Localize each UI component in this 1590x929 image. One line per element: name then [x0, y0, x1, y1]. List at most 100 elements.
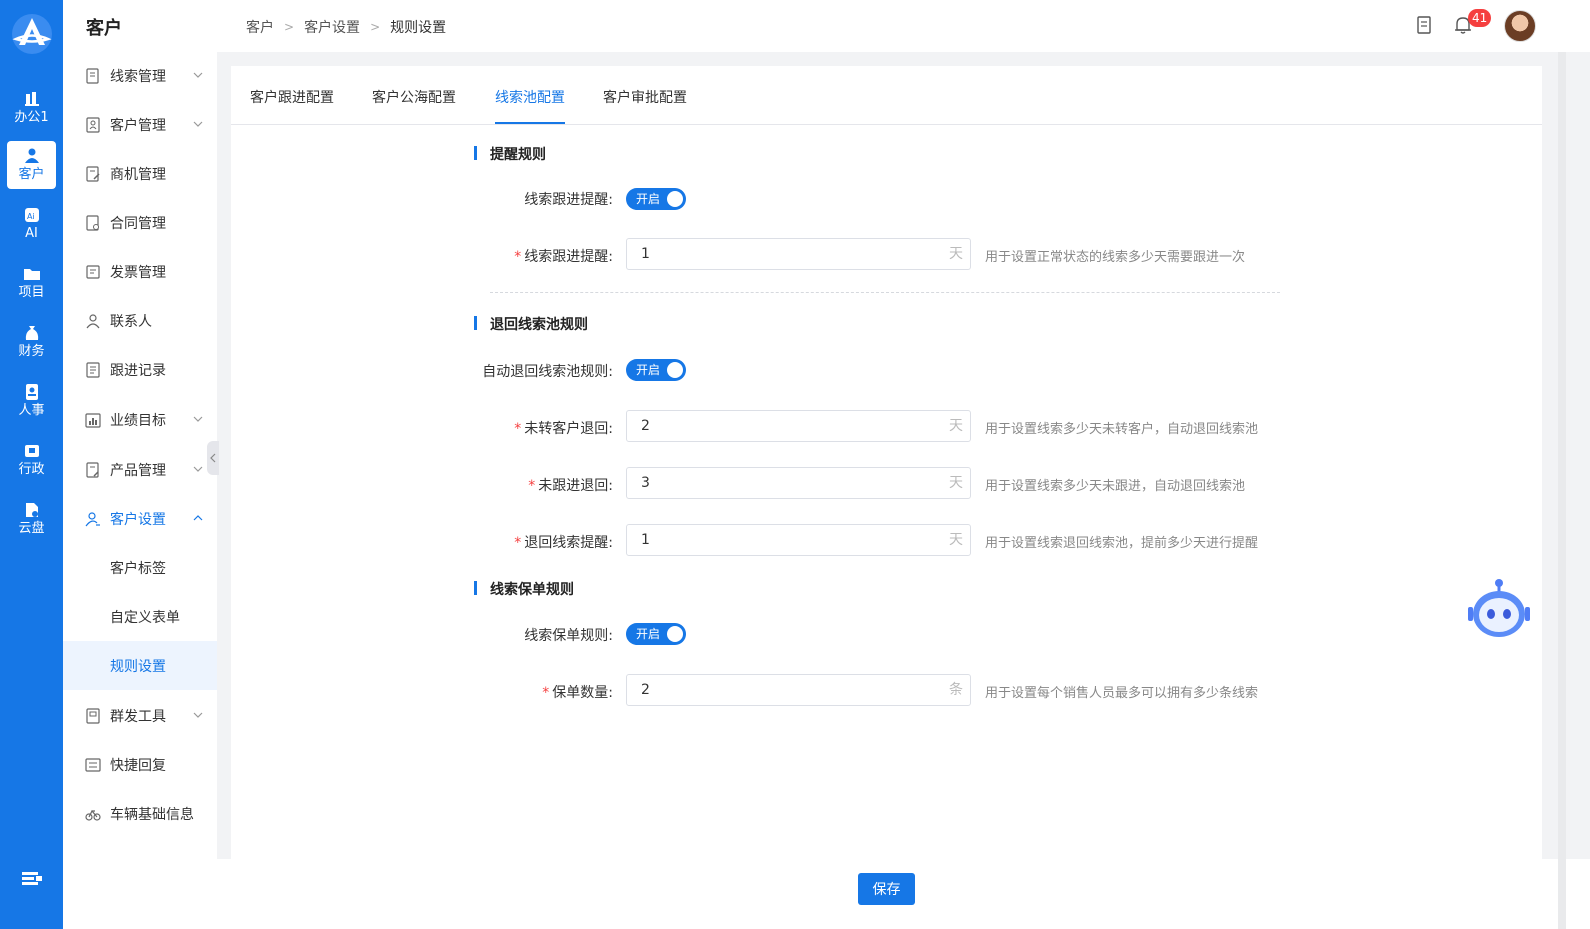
office-icon	[24, 92, 39, 106]
rail-item-label: 客户	[18, 167, 45, 182]
breadcrumb-item[interactable]: 客户设置	[304, 17, 360, 37]
unconverted-return-hint: 用于设置线索多少天未转客户，自动退回线索池	[985, 422, 1259, 437]
no-follow-return-input[interactable]: 3 天	[626, 467, 971, 499]
hr-icon	[25, 384, 38, 400]
rail-item-label: 行政	[18, 462, 45, 477]
rail-item-finance[interactable]: 财务	[7, 318, 56, 366]
sidebar-item-customers[interactable]: 客户管理	[63, 100, 217, 149]
protect-switch[interactable]: 开启	[626, 623, 686, 645]
protect-count-label: * 保单数量:	[542, 685, 613, 701]
tab-lead-pool-config[interactable]: 线索池配置	[495, 87, 565, 107]
sidebar-item-invoices[interactable]: 发票管理	[63, 247, 217, 296]
sidebar-item-performance[interactable]: 业绩目标	[63, 395, 217, 444]
app-logo-icon[interactable]	[10, 12, 54, 56]
sidebar-item-label: 产品管理	[110, 462, 166, 479]
follow-remind-hint: 用于设置正常状态的线索多少天需要跟进一次	[985, 250, 1246, 265]
rail-item-hr[interactable]: 人事	[7, 377, 56, 425]
follow-remind-days-input[interactable]: 1 天	[626, 238, 971, 270]
page-scrollbar[interactable]	[1558, 52, 1566, 929]
sidebar-item-contacts[interactable]: 联系人	[63, 296, 217, 345]
return-remind-label: * 退回线索提醒:	[514, 535, 613, 551]
breadcrumb: 客户 > 客户设置 > 规则设置	[246, 17, 446, 37]
sidebar-item-contracts[interactable]: 合同管理	[63, 198, 217, 247]
sidebar-item-opportunities[interactable]: 商机管理	[63, 149, 217, 198]
top-header: 客户 > 客户设置 > 规则设置 41	[217, 0, 1590, 52]
tab-customer-follow-config[interactable]: 客户跟进配置	[250, 87, 334, 107]
finance-icon	[25, 326, 38, 340]
chevron-left-icon	[210, 453, 216, 463]
input-unit: 天	[949, 532, 963, 548]
input-unit: 天	[949, 418, 963, 434]
rail-item-cloud-drive[interactable]: 云盘	[7, 495, 56, 543]
robot-assistant-icon[interactable]	[1466, 577, 1532, 641]
sidebar-item-leads[interactable]: 线索管理	[63, 51, 217, 100]
switch-knob	[667, 626, 683, 642]
sidebar-item-products[interactable]: 产品管理	[63, 445, 217, 494]
sidebar-item-label: 快捷回复	[110, 757, 166, 774]
switch-text: 开启	[636, 627, 661, 641]
switch-knob	[667, 191, 683, 207]
save-button[interactable]: 保存	[858, 873, 915, 905]
cloud-drive-icon	[25, 503, 38, 517]
switch-text: 开启	[636, 192, 661, 206]
sidebar-item-vehicle-info[interactable]: 车辆基础信息	[63, 789, 217, 838]
person-icon	[86, 313, 100, 328]
chevron-down-icon	[193, 416, 203, 422]
sidebar-item-label: 客户标签	[110, 560, 166, 577]
chevron-right-icon: >	[284, 20, 295, 34]
bar-chart-icon	[85, 412, 101, 428]
breadcrumb-current: 规则设置	[390, 20, 447, 36]
breadcrumb-item[interactable]: 客户	[246, 17, 274, 37]
rail-item-admin[interactable]: 行政	[7, 436, 56, 484]
rail-item-customer[interactable]: 客户	[7, 141, 56, 189]
input-value: 1	[641, 246, 650, 262]
rail-item-label: 办公1	[14, 110, 49, 125]
input-value: 2	[641, 418, 650, 434]
sidebar-item-mass-send[interactable]: 群发工具	[63, 691, 217, 740]
rail-item-label: 财务	[18, 344, 45, 359]
sidebar-item-customer-settings[interactable]: 客户设置	[63, 494, 217, 543]
invoice-icon	[86, 264, 100, 279]
switch-app-icon[interactable]	[22, 870, 42, 886]
follow-remind-switch[interactable]: 开启	[626, 188, 686, 210]
bicycle-icon	[85, 809, 101, 821]
unconverted-return-input[interactable]: 2 天	[626, 410, 971, 442]
section-title-reminder: 提醒规则	[474, 144, 546, 164]
rail-item-office[interactable]: 办公1	[7, 84, 56, 132]
switch-text: 开启	[636, 363, 661, 377]
sidebar-item-rule-settings[interactable]: 规则设置	[63, 641, 217, 690]
auto-return-switch[interactable]: 开启	[626, 359, 686, 381]
tab-customer-pool-config[interactable]: 客户公海配置	[372, 87, 456, 107]
sidebar-item-customer-tags[interactable]: 客户标签	[63, 543, 217, 592]
chevron-down-icon	[193, 121, 203, 127]
avatar[interactable]	[1504, 10, 1536, 42]
sidebar-item-label: 规则设置	[110, 658, 166, 675]
rail-item-label: 云盘	[18, 521, 45, 536]
input-value: 2	[641, 682, 650, 698]
document-icon	[86, 67, 99, 84]
switch-knob	[667, 362, 683, 378]
rail-item-ai[interactable]: Ai AI	[7, 200, 56, 248]
mass-send-icon	[86, 707, 100, 724]
protect-count-input[interactable]: 2 条	[626, 674, 971, 706]
sidebar-collapse-button[interactable]	[207, 441, 219, 475]
input-unit: 天	[949, 475, 963, 491]
sidebar-item-label: 发票管理	[110, 264, 166, 281]
chevron-up-icon	[193, 515, 203, 521]
chevron-right-icon: >	[370, 20, 381, 34]
input-value: 3	[641, 475, 650, 491]
sidebar-item-label: 群发工具	[110, 708, 166, 725]
section-title-protect: 线索保单规则	[474, 579, 574, 599]
sidebar-item-quick-reply[interactable]: 快捷回复	[63, 740, 217, 789]
sidebar-item-label: 联系人	[110, 313, 152, 330]
sidebar-item-label: 线索管理	[110, 68, 166, 85]
section-title-return: 退回线索池规则	[474, 314, 588, 334]
tab-customer-approval-config[interactable]: 客户审批配置	[603, 87, 687, 107]
sidebar-item-follow-records[interactable]: 跟进记录	[63, 345, 217, 394]
protect-switch-label: 线索保单规则:	[524, 628, 613, 644]
return-remind-input[interactable]: 1 天	[626, 524, 971, 556]
active-tab-indicator	[495, 122, 565, 124]
notebook-icon[interactable]	[1414, 15, 1434, 35]
rail-item-project[interactable]: 项目	[7, 259, 56, 307]
sidebar-item-custom-form[interactable]: 自定义表单	[63, 592, 217, 641]
